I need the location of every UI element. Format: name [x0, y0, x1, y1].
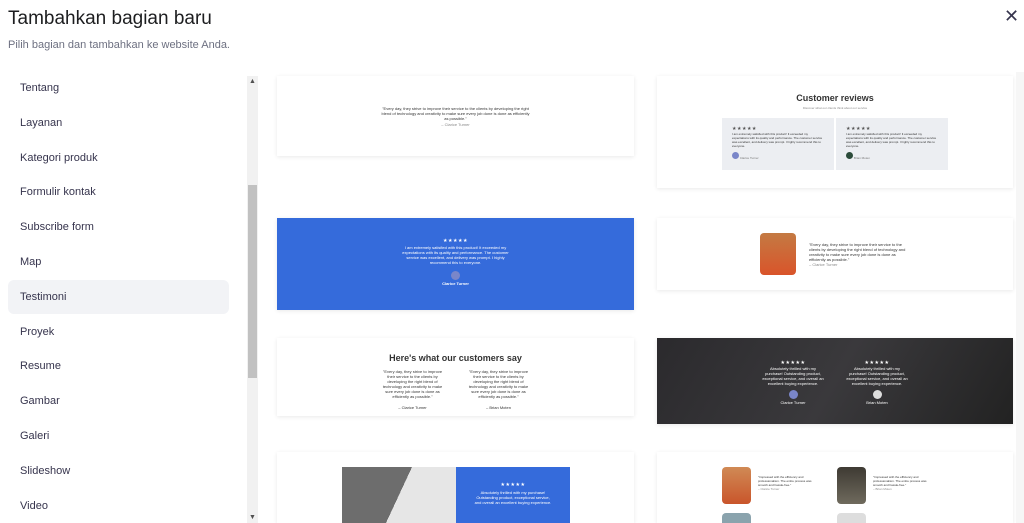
sidebar-item-video[interactable]: Video: [8, 489, 229, 523]
sidebar-scrollbar[interactable]: ▲ ▼: [247, 76, 258, 523]
close-icon[interactable]: ✕: [1004, 6, 1019, 27]
preview-quote: "Impressed with the efficiency and profe…: [758, 475, 812, 487]
preview-photo-quote[interactable]: "Every day, they strive to improve their…: [657, 218, 1013, 290]
preview-author: – Brian Moten: [486, 405, 511, 410]
sidebar-item-slideshow[interactable]: Slideshow: [8, 454, 229, 488]
sidebar-item-galeri[interactable]: Galeri: [8, 419, 229, 453]
rating-stars: ★★★★★: [500, 482, 526, 488]
preview-dark-reviews[interactable]: ★★★★★ Absolutely thrilled with my purchas…: [657, 338, 1013, 424]
sidebar-item-resume[interactable]: Resume: [8, 349, 229, 383]
preview-image-blue[interactable]: ★★★★★ Absolutely thrilled with my purcha…: [277, 452, 634, 523]
preview-review: I am extremely satisfied with this produ…: [732, 132, 823, 148]
preview-review: Absolutely thrilled with my purchase! Ou…: [846, 366, 908, 386]
scroll-down-icon[interactable]: ▼: [249, 514, 256, 521]
preview-blue-panel: ★★★★★ Absolutely thrilled with my purcha…: [456, 467, 570, 523]
sidebar-item-gambar[interactable]: Gambar: [8, 384, 229, 418]
preview-heading: Customer reviews: [796, 93, 874, 103]
preview-review: Absolutely thrilled with my purchase! Ou…: [762, 366, 824, 386]
preview-name: Clarice Turner: [739, 156, 759, 160]
sidebar-item-tentang[interactable]: Tentang: [8, 71, 229, 105]
preview-blue-review[interactable]: ★★★★★ I am extremely satisfied with this…: [277, 218, 634, 310]
sidebar-item-layanan[interactable]: Layanan: [8, 106, 229, 140]
preview-photo: [722, 467, 751, 504]
avatar: [451, 271, 460, 280]
sidebar-item-map[interactable]: Map: [8, 245, 229, 279]
preview-author: – Clarice Turner: [398, 405, 427, 410]
preview-photo: [837, 467, 866, 504]
gallery-scrollbar[interactable]: [1016, 72, 1024, 523]
sidebar-item-proyek[interactable]: Proyek: [8, 315, 229, 349]
preview-author: – Brian Moten: [873, 487, 892, 491]
preview-heading: Here's what our customers say: [389, 353, 522, 363]
preview-quote: "Every day, they strive to improve their…: [809, 242, 906, 262]
preview-author: – Clarice Turner: [758, 487, 780, 491]
preview-author: – Clarice Turner: [809, 262, 838, 267]
preview-review: I am extremely satisfied with this produ…: [402, 245, 509, 265]
preview-photo-grid[interactable]: "Impressed with the efficiency and profe…: [657, 452, 1013, 523]
preview-quote: "Every day, they strive to improve their…: [381, 106, 530, 121]
preview-customer-reviews[interactable]: Customer reviews Discover what our clien…: [657, 76, 1013, 188]
rating-stars: ★★★★★: [443, 238, 468, 244]
preview-review: I am extremely satisfied with this produ…: [846, 132, 937, 148]
preview-name: Brian Moten: [866, 400, 888, 405]
preview-name: Clarice Turner: [442, 281, 469, 286]
preview-author: – Clarice Turner: [441, 122, 470, 127]
preview-name: Brian Moten: [853, 156, 871, 160]
preview-quote: "Impressed with the efficiency and profe…: [873, 475, 927, 487]
preview-photo: [760, 233, 796, 275]
preview-name: Clarice Turner: [780, 400, 806, 405]
preview-review: Absolutely thrilled with my purchase! Ou…: [474, 490, 552, 505]
preview-quote: "Every day, they strive to improve their…: [382, 369, 443, 399]
sidebar-item-kategori-produk[interactable]: Kategori produk: [8, 141, 229, 175]
dialog-title: Tambahkan bagian baru: [8, 8, 212, 29]
scrollbar-thumb[interactable]: [248, 185, 257, 378]
dialog-subtitle: Pilih bagian dan tambahkan ke website An…: [8, 39, 230, 51]
scroll-up-icon[interactable]: ▲: [249, 78, 256, 85]
preview-quote: "Every day, they strive to improve their…: [468, 369, 529, 399]
sidebar-item-subscribe-form[interactable]: Subscribe form: [8, 210, 229, 244]
section-category-list: Tentang Layanan Kategori produk Formulir ko…: [0, 72, 245, 523]
sidebar-item-formulir-kontak[interactable]: Formulir kontak: [8, 175, 229, 209]
preview-quote-simple[interactable]: "Every day, they strive to improve their…: [277, 76, 634, 156]
sidebar-item-testimoni[interactable]: Testimoni: [8, 279, 229, 314]
preview-customers-say[interactable]: Here's what our customers say "Every day…: [277, 338, 634, 416]
preview-subheading: Discover what our clients think about ou…: [802, 106, 868, 110]
preview-image: [342, 467, 456, 523]
